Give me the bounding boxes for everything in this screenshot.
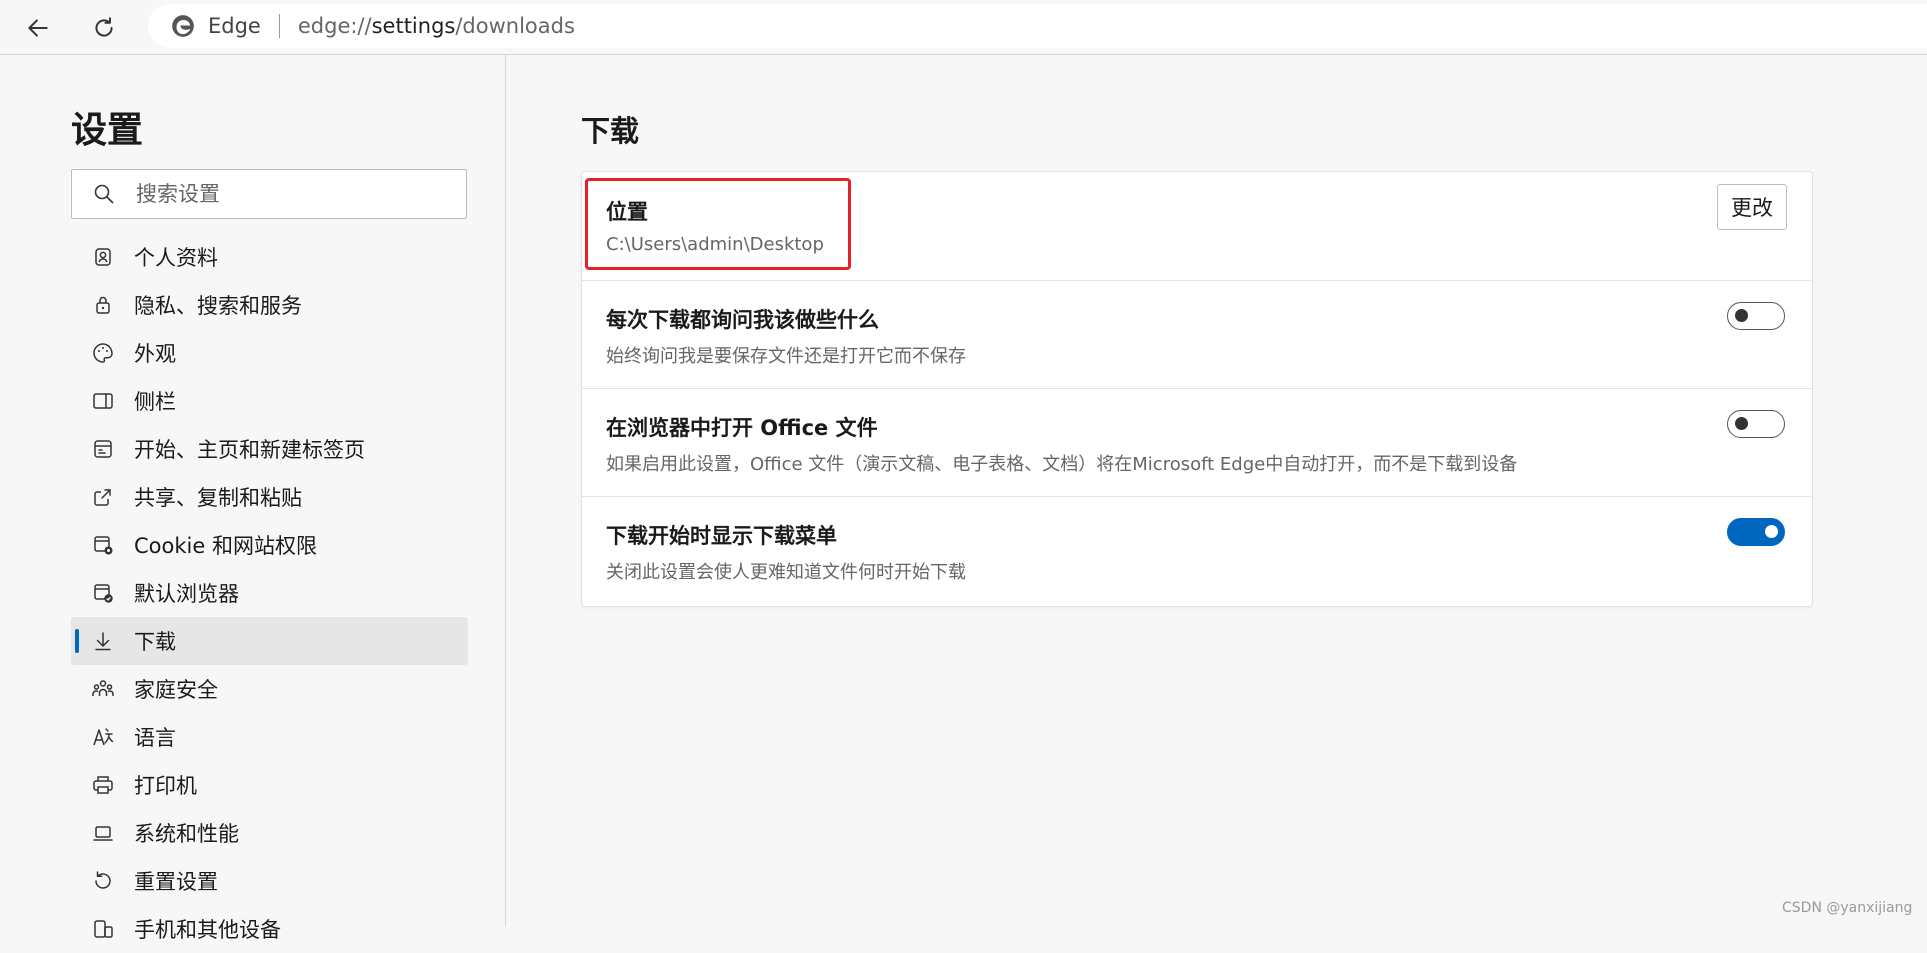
- url-prefix: edge://: [297, 14, 372, 38]
- toggle-knob: [1765, 525, 1778, 538]
- sidebar-item-label: 个人资料: [134, 246, 218, 270]
- sidebar-item-6[interactable]: 共享、复制和粘贴: [71, 473, 468, 521]
- downloads-settings-card: 位置 C:\Users\admin\Desktop 更改每次下载都询问我该做些什么始…: [581, 171, 1813, 607]
- sidebar-item-10[interactable]: 家庭安全: [71, 665, 468, 713]
- address-bar-area: Edge edge://settings/downloads: [0, 0, 1927, 55]
- family-icon: [92, 680, 114, 696]
- setting-title: 每次下载都询问我该做些什么: [606, 308, 879, 332]
- setting-toggle[interactable]: [1727, 518, 1785, 546]
- sidebar-item-13[interactable]: 系统和性能: [71, 809, 468, 857]
- refresh-button[interactable]: [84, 8, 124, 48]
- sidebar-item-4[interactable]: 侧栏: [71, 377, 468, 425]
- sidebar-item-label: 下载: [134, 630, 176, 654]
- setting-title: 下载开始时显示下载菜单: [606, 524, 837, 548]
- page-title: 下载: [581, 114, 640, 148]
- browser-name: Edge: [208, 14, 261, 38]
- sidebar-item-label: 语言: [134, 726, 176, 750]
- url-path: /downloads: [455, 14, 575, 38]
- sidebar-item-9[interactable]: 下载: [71, 617, 468, 665]
- download-icon: [95, 632, 111, 651]
- sidebar-item-label: 共享、复制和粘贴: [134, 486, 302, 510]
- sidebar-item-label: 外观: [134, 342, 176, 366]
- setting-row-4: 下载开始时显示下载菜单关闭此设置会使人更难知道文件何时开始下载: [582, 496, 1812, 604]
- toggle-knob: [1735, 417, 1748, 430]
- sidebar-item-label: 隐私、搜索和服务: [134, 294, 302, 318]
- sidebar-menu: 个人资料隐私、搜索和服务 外观侧栏开始、主页和新建标签页 共享、复制和粘贴 Cooki…: [71, 233, 468, 953]
- setting-description: C:\Users\admin\Desktop: [606, 234, 824, 255]
- watermark-text: CSDN @yanxijiang: [1782, 900, 1913, 916]
- url-text[interactable]: edge://settings/downloads: [298, 14, 575, 38]
- setting-row-1: 位置 C:\Users\admin\Desktop 更改: [582, 172, 1812, 281]
- sidebar-item-3[interactable]: 外观: [71, 329, 468, 377]
- url-host: settings: [371, 14, 456, 38]
- sidebar-item-7[interactable]: Cookie 和网站权限: [71, 521, 468, 569]
- sidebar-item-label: 默认浏览器: [134, 582, 239, 606]
- sidebar-item-5[interactable]: 开始、主页和新建标签页: [71, 425, 468, 473]
- default-browser-icon: [94, 584, 113, 603]
- sidebar-item-label: Cookie 和网站权限: [134, 534, 317, 558]
- sidebar-item-label: 家庭安全: [134, 678, 218, 702]
- back-button[interactable]: [18, 8, 58, 48]
- share-icon: [94, 489, 111, 506]
- sidebar-item-label: 打印机: [134, 774, 197, 798]
- sidebar-item-14[interactable]: 重置设置: [71, 857, 468, 905]
- sidebar-icon: [93, 393, 113, 409]
- sidebar-item-8[interactable]: 默认浏览器: [71, 569, 468, 617]
- setting-toggle[interactable]: [1727, 410, 1785, 438]
- cookie-permission-icon: [94, 536, 113, 555]
- sidebar-item-12[interactable]: 打印机: [71, 761, 468, 809]
- palette-icon: [93, 343, 113, 363]
- address-divider: [278, 14, 280, 38]
- sidebar-item-label: 开始、主页和新建标签页: [134, 438, 365, 462]
- sidebar-item-15[interactable]: 手机和其他设备: [71, 905, 468, 953]
- setting-row-3: 在浏览器中打开 Office 文件如果启用此设置，Office 文件（演示文稿、…: [582, 388, 1812, 497]
- back-arrow-icon: [28, 19, 48, 37]
- home-tab-icon: [94, 440, 112, 458]
- sidebar-item-2[interactable]: 隐私、搜索和服务: [71, 281, 468, 329]
- lock-icon: [96, 296, 110, 314]
- sidebar-item-1[interactable]: 个人资料: [71, 233, 468, 281]
- setting-toggle[interactable]: [1727, 302, 1785, 330]
- search-icon: [94, 184, 114, 204]
- settings-sidebar: 设置 个人资料隐私、搜索和服务外观侧栏开始、主页和新建标签页共享、复制和粘贴 Co…: [0, 55, 506, 942]
- phone-icon: [94, 920, 113, 938]
- setting-title: 在浏览器中打开 Office 文件: [606, 416, 878, 440]
- toggle-knob: [1735, 309, 1748, 322]
- printer-icon: [93, 776, 113, 794]
- setting-description: 如果启用此设置，Office 文件（演示文稿、电子表格、文档）将在Microso…: [606, 454, 1518, 475]
- change-location-button[interactable]: 更改: [1717, 184, 1787, 230]
- setting-description: 始终询问我是要保存文件还是打开它而不保存: [606, 346, 966, 367]
- language-icon: [93, 728, 114, 746]
- sidebar-item-label: 重置设置: [134, 870, 218, 894]
- search-input[interactable]: [134, 181, 458, 207]
- refresh-icon: [95, 17, 113, 37]
- reset-icon: [95, 871, 111, 889]
- setting-row-2: 每次下载都询问我该做些什么始终询问我是要保存文件还是打开它而不保存: [582, 280, 1812, 389]
- profile-icon: [95, 248, 111, 266]
- setting-title: 位置: [606, 200, 648, 224]
- sidebar-title: 设置: [71, 110, 144, 151]
- search-box[interactable]: [71, 169, 467, 219]
- address-bar[interactable]: Edge edge://settings/downloads: [148, 4, 1927, 48]
- setting-description: 关闭此设置会使人更难知道文件何时开始下载: [606, 562, 966, 583]
- sidebar-item-11[interactable]: 语言: [71, 713, 468, 761]
- sidebar-item-label: 系统和性能: [134, 822, 239, 846]
- laptop-icon: [93, 826, 113, 841]
- sidebar-item-label: 手机和其他设备: [134, 918, 281, 942]
- sidebar-item-label: 侧栏: [134, 390, 176, 414]
- edge-logo-icon: [172, 15, 194, 37]
